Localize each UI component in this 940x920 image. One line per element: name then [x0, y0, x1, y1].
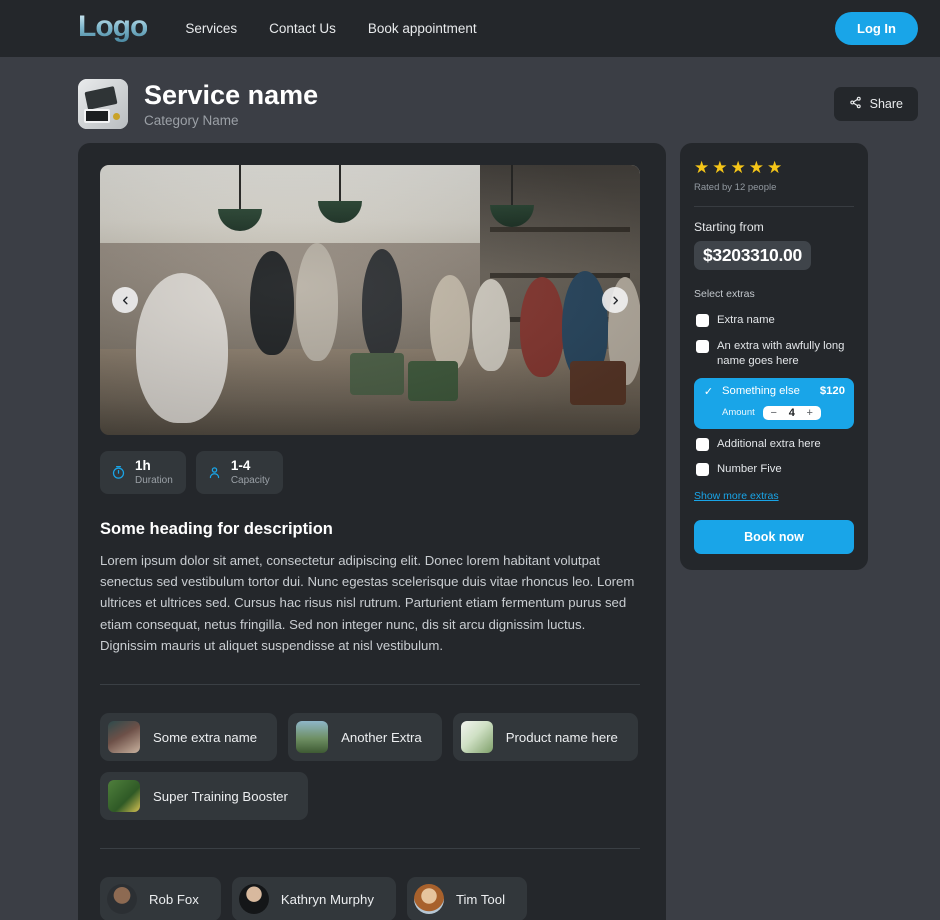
- star-icon: ★: [767, 158, 783, 177]
- share-label: Share: [869, 97, 903, 111]
- page-title: Service name: [144, 79, 319, 110]
- extra-option[interactable]: An extra with awfully long name goes her…: [694, 334, 854, 375]
- star-icon: ★: [748, 158, 764, 177]
- extra-tile-label: Product name here: [505, 729, 618, 745]
- person-name: Rob Fox: [149, 891, 199, 907]
- carousel-image: [100, 165, 640, 435]
- category-label: Category Name: [144, 113, 239, 129]
- login-button[interactable]: Log In: [835, 12, 918, 45]
- page-root: Logo Services Contact Us Book appointmen…: [0, 0, 940, 920]
- person-chip[interactable]: Tim Tool: [406, 877, 528, 920]
- price-value: $3203310.00: [694, 241, 811, 270]
- image-carousel: [100, 165, 640, 435]
- person-icon: [207, 465, 222, 480]
- service-titles: Service name Category Name: [144, 80, 318, 128]
- extra-tile[interactable]: Product name here: [452, 713, 638, 762]
- extra-tile-image: [108, 780, 140, 813]
- book-now-button[interactable]: Book now: [694, 519, 854, 554]
- extra-option-label: Extra name: [717, 314, 775, 326]
- decrement-button[interactable]: −: [767, 407, 781, 419]
- starting-from-label: Starting from: [694, 220, 764, 234]
- checkbox-icon[interactable]: [696, 463, 709, 477]
- extra-option-selected[interactable]: ✓ Something else $120 Amount − 4 +: [694, 377, 854, 429]
- nav-link-contact-us[interactable]: Contact Us: [269, 21, 336, 36]
- capacity-chip: 1-4 Capacity: [195, 451, 283, 494]
- quantity-stepper[interactable]: − 4 +: [762, 405, 821, 420]
- share-icon: [849, 96, 862, 112]
- star-icon: ★: [712, 158, 728, 177]
- site-logo[interactable]: Logo: [78, 11, 148, 46]
- extra-tile[interactable]: Another Extra: [288, 713, 442, 762]
- quantity-value: 4: [788, 406, 795, 419]
- divider-description: [100, 684, 640, 686]
- divider-extras: [100, 848, 640, 850]
- people-list: Rob Fox Kathryn Murphy Tim Tool Wade War…: [100, 877, 640, 920]
- rating-count-label: Rated by 12 people: [694, 182, 777, 193]
- extra-tile[interactable]: Some extra name: [100, 713, 278, 762]
- checkbox-icon[interactable]: [696, 339, 709, 353]
- person-name: Kathryn Murphy: [280, 891, 374, 907]
- extra-tile-image: [296, 721, 329, 754]
- star-icon: ★: [694, 158, 710, 177]
- extra-tile[interactable]: Super Training Booster: [100, 772, 308, 821]
- extra-option-label: An extra with awfully long name goes her…: [717, 339, 845, 368]
- service-thumbnail: [78, 79, 128, 129]
- description-body: Lorem ipsum dolor sit amet, consectetur …: [100, 552, 635, 654]
- amount-label: Amount: [722, 407, 755, 419]
- extra-tile-label: Super Training Booster: [153, 788, 288, 804]
- extra-option-selected-row: ✓ Something else $120: [702, 385, 845, 398]
- duration-label: Duration: [135, 474, 173, 486]
- share-button[interactable]: Share: [833, 87, 918, 121]
- person-chip[interactable]: Rob Fox: [100, 877, 221, 920]
- extra-tile-label: Some extra name: [153, 729, 258, 745]
- extra-tile-image: [460, 721, 493, 754]
- divider-rating: [694, 206, 854, 207]
- avatar: [238, 884, 269, 915]
- select-extras-label: Select extras: [694, 288, 755, 300]
- carousel-next-icon[interactable]: [602, 287, 628, 313]
- nav-links: Services Contact Us Book appointment: [185, 21, 476, 36]
- avatar: [107, 884, 137, 915]
- capacity-label: Capacity: [230, 474, 270, 486]
- capacity-value: 1-4: [230, 458, 251, 473]
- extra-option-label: Number Five: [717, 463, 782, 476]
- extra-option-label: Additional extra here: [717, 437, 821, 450]
- main-content-card: 1h Duration 1-4 Capacity Some heading fo…: [78, 143, 666, 920]
- timer-icon: [111, 465, 126, 480]
- extras-tiles: Some extra name Another Extra Product na…: [100, 713, 640, 821]
- top-navbar: Logo Services Contact Us Book appointmen…: [0, 0, 940, 57]
- person-name: Tim Tool: [455, 891, 506, 907]
- extra-option[interactable]: Additional extra here: [694, 432, 854, 458]
- extra-option-label: Something else: [722, 385, 800, 398]
- nav-link-services[interactable]: Services: [185, 21, 237, 36]
- person-chip[interactable]: Kathryn Murphy: [231, 877, 396, 920]
- extras-options: Extra name An extra with awfully long na…: [694, 308, 854, 483]
- nav-link-book-appointment[interactable]: Book appointment: [368, 21, 477, 36]
- avatar: [413, 884, 444, 915]
- extra-option-price: $120: [819, 385, 845, 398]
- extra-option[interactable]: Extra name: [694, 308, 854, 334]
- duration-value: 1h: [135, 458, 151, 473]
- extra-tile-label: Another Extra: [341, 729, 422, 745]
- description-heading: Some heading for description: [100, 519, 333, 538]
- star-icon: ★: [730, 158, 746, 177]
- checkbox-icon[interactable]: [696, 437, 709, 451]
- duration-chip: 1h Duration: [100, 451, 186, 494]
- check-icon[interactable]: ✓: [702, 385, 715, 398]
- extra-tile-image: [108, 721, 140, 754]
- extra-option[interactable]: Number Five: [694, 457, 854, 483]
- content-layout: 1h Duration 1-4 Capacity Some heading fo…: [0, 143, 940, 920]
- increment-button[interactable]: +: [803, 407, 817, 419]
- meta-chips: 1h Duration 1-4 Capacity: [100, 451, 640, 494]
- carousel-prev-icon[interactable]: [112, 287, 138, 313]
- amount-stepper: Amount − 4 +: [702, 405, 845, 420]
- booking-sidebar: ★ ★ ★ ★ ★ Rated by 12 people Starting fr…: [680, 143, 868, 570]
- page-header: Service name Category Name Share: [0, 57, 940, 143]
- show-more-extras-link[interactable]: Show more extras: [694, 490, 779, 502]
- star-rating: ★ ★ ★ ★ ★: [694, 159, 854, 176]
- checkbox-icon[interactable]: [696, 314, 709, 327]
